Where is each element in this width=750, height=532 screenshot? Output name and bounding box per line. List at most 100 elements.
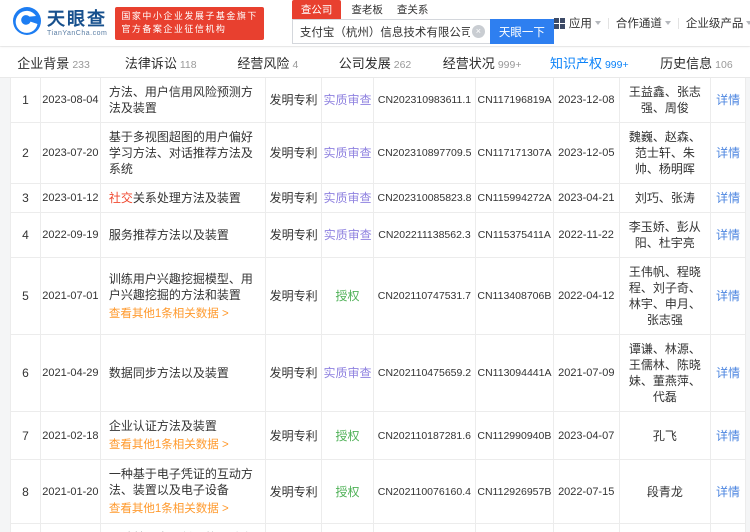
menu-cooperation-label: 合作通道: [615, 18, 662, 30]
row-index: 8: [11, 460, 41, 523]
tianyancha-logo[interactable]: 天眼查 TianYanCha.com: [12, 6, 107, 41]
related-data-link[interactable]: 查看其他1条相关数据 >: [109, 501, 229, 517]
publication-date: 2023-12-08: [554, 78, 620, 122]
nav-tab-label: 企业背景: [17, 55, 70, 71]
status-text: 实质审查: [322, 213, 375, 257]
row-index: 7: [11, 412, 41, 459]
nav-tab-count: 999+: [497, 58, 522, 71]
nav-tab[interactable]: 经营状况 999+: [429, 53, 536, 72]
menu-apps[interactable]: 应用: [553, 15, 601, 31]
publication-date: 2022-07-15: [554, 460, 620, 523]
nav-tab[interactable]: 法律诉讼 118: [107, 53, 214, 72]
nav-tab-label: 公司发展: [338, 55, 391, 71]
patent-name[interactable]: 一种基于电子凭证的互动方法、装置以及电子设备: [109, 466, 257, 498]
row-index: 4: [11, 213, 41, 257]
publication-number: CN112990940B: [476, 412, 554, 459]
search-tab-relation[interactable]: 查关系: [397, 0, 429, 19]
table-row: 5 2021-07-01 训练用户兴趣挖掘模型、用户兴趣挖掘的方法和装置 查看其…: [11, 258, 745, 335]
application-number: CN202310983611.1: [374, 78, 476, 122]
nav-tab[interactable]: 经营风险 4: [214, 53, 321, 72]
detail-link[interactable]: 详情: [716, 288, 740, 304]
application-number: CN202211086093.5: [374, 524, 476, 532]
nav-tab-count: 4: [292, 58, 299, 71]
application-number: CN202110187281.6: [374, 412, 476, 459]
header-menu: 应用 合作通道 企业级产品 开通会员: [553, 15, 750, 31]
detail-link[interactable]: 详情: [716, 227, 740, 243]
application-number: CN202310085823.8: [374, 184, 476, 212]
application-date: 2023-01-12: [41, 184, 101, 212]
section-nav: 企业背景 233 法律诉讼 118 经营风险 4 公司发展 262 经营状况 999+ 知…: [0, 46, 750, 78]
patent-name[interactable]: 社交关系处理方法及装置: [109, 190, 241, 206]
publication-number: CN112926957B: [476, 460, 554, 523]
nav-tab[interactable]: 公司发展 262: [321, 53, 428, 72]
clear-search-icon[interactable]: ×: [471, 25, 485, 38]
inventors: 孔飞: [620, 412, 712, 459]
patent-name[interactable]: 方法、用户信用风险预测方法及装置: [109, 84, 257, 116]
search-tab-boss[interactable]: 查老板: [351, 0, 383, 19]
detail-link[interactable]: 详情: [716, 484, 740, 500]
inventors: 刘巧、张涛: [620, 184, 712, 212]
detail-link[interactable]: 详情: [716, 428, 740, 444]
patent-name-text: 基于多视图超图的用户偏好学习方法、对话推荐方法及系统: [108, 130, 253, 176]
patent-type: 发明专利: [266, 184, 322, 212]
status-text: 实质审查: [322, 335, 374, 411]
patent-name[interactable]: 企业认证方法及装置: [109, 418, 217, 434]
publication-date: 2023-12-05: [554, 123, 620, 183]
patent-name[interactable]: 训练用户兴趣挖掘模型、用户兴趣挖掘的方法和装置: [109, 271, 257, 303]
search-block: 查公司 查老板 查关系 × 天眼一下: [291, 0, 554, 44]
search-tab-company[interactable]: 查公司: [291, 0, 342, 19]
publication-date: 2021-07-09: [554, 335, 620, 411]
publication-number: CN117171307A: [476, 123, 554, 183]
row-index: 2: [11, 123, 41, 183]
row-index: 9: [11, 524, 41, 532]
application-date: 2021-02-18: [41, 412, 101, 459]
detail-link[interactable]: 详情: [716, 145, 740, 161]
inventors: 谭谦、林源、王儒林、陈晓妹、董燕萍、代磊: [620, 335, 712, 411]
logo-title: 天眼查: [47, 8, 107, 29]
table-row: 8 2021-01-20 一种基于电子凭证的互动方法、装置以及电子设备 查看其他…: [11, 460, 745, 524]
application-date: 2023-08-04: [41, 78, 101, 122]
application-number: CN202110475659.2: [374, 335, 476, 411]
patent-name-text: 企业认证方法及装置: [108, 419, 217, 433]
table-row: 6 2021-04-29 数据同步方法以及装置 发明专利 实质审查 CN2021…: [11, 335, 745, 412]
patent-type: 发明专利: [266, 78, 322, 122]
apps-grid-icon: [553, 17, 565, 29]
patent-name[interactable]: 服务推荐方法以及装置: [109, 227, 229, 243]
table-row: 7 2021-02-18 企业认证方法及装置 查看其他1条相关数据 > 发明专利…: [11, 412, 745, 460]
row-index: 1: [11, 78, 41, 122]
nav-tab[interactable]: 知识产权 999+: [536, 53, 643, 72]
nav-tab-count: 262: [393, 58, 412, 71]
search-button[interactable]: 天眼一下: [489, 19, 554, 44]
patent-name[interactable]: 基于多视图超图的用户偏好学习方法、对话推荐方法及系统: [109, 129, 257, 177]
nav-tab[interactable]: 历史信息 106: [643, 53, 750, 72]
official-credit-badge: 国家中小企业发展子基金旗下 官方备案企业征信机构: [115, 6, 264, 40]
nav-tab-label: 经营风险: [237, 55, 290, 71]
chevron-down-icon: [746, 21, 750, 25]
related-data-link[interactable]: 查看其他1条相关数据 >: [109, 306, 229, 322]
detail-link[interactable]: 详情: [716, 190, 740, 206]
logo-swirl-icon: [12, 6, 42, 41]
patent-type: 发明专利: [266, 335, 322, 411]
badge-line-1: 国家中小企业发展子基金旗下: [121, 10, 258, 21]
application-date: 2023-07-20: [41, 123, 101, 183]
search-tabs: 查公司 查老板 查关系: [291, 0, 554, 19]
related-data-link[interactable]: 查看其他1条相关数据 >: [109, 437, 229, 453]
patent-name[interactable]: 数据同步方法以及装置: [109, 365, 229, 381]
application-date: 2021-01-20: [41, 460, 101, 523]
detail-link[interactable]: 详情: [716, 92, 740, 108]
application-date: 2021-01-20: [41, 524, 101, 532]
row-index: 5: [11, 258, 41, 334]
table-row: 1 2023-08-04 方法、用户信用风险预测方法及装置 发明专利 实质审查 …: [11, 78, 745, 123]
row-index: 6: [11, 335, 41, 411]
patent-type: 发明专利: [266, 412, 323, 459]
application-number: CN202110747531.7: [374, 258, 476, 334]
chevron-down-icon: [594, 21, 601, 25]
search-input[interactable]: [291, 19, 490, 44]
menu-enterprise-products[interactable]: 企业级产品: [686, 15, 750, 31]
publication-number: CN113408706B: [476, 258, 554, 334]
menu-cooperation[interactable]: 合作通道: [616, 15, 671, 31]
nav-tab-label: 知识产权: [549, 55, 602, 71]
detail-link[interactable]: 详情: [716, 365, 740, 381]
application-number: CN202310897709.5: [374, 123, 476, 183]
nav-tab[interactable]: 企业背景 233: [0, 53, 107, 72]
